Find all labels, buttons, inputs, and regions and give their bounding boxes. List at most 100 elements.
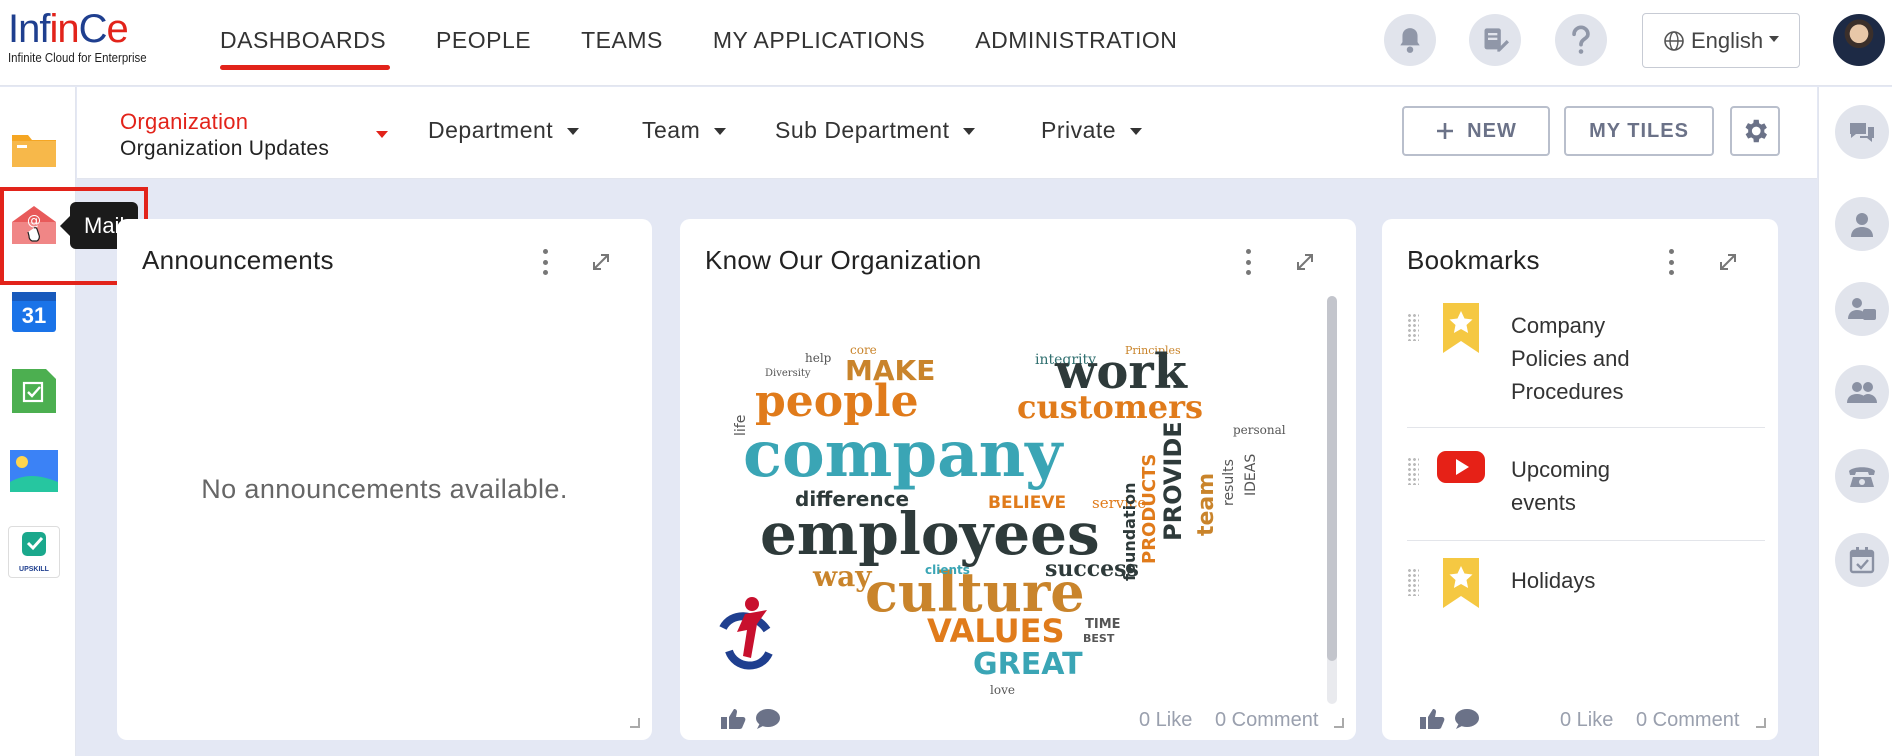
bell-icon xyxy=(1400,28,1420,53)
nav-people[interactable]: PEOPLE xyxy=(436,0,531,86)
know-our-organization-title: Know Our Organization xyxy=(705,245,982,275)
my-tiles-button[interactable]: MY TILES xyxy=(1564,106,1714,156)
question-icon xyxy=(1572,25,1590,54)
expand-icon[interactable] xyxy=(1294,251,1316,273)
divider xyxy=(1407,427,1765,428)
cloud-word: life xyxy=(733,415,749,436)
scrollbar[interactable] xyxy=(1327,296,1337,704)
comment-icon[interactable] xyxy=(1454,708,1480,730)
calendar-check-icon xyxy=(1849,547,1875,574)
profile-button[interactable] xyxy=(1835,197,1889,251)
more-options-icon[interactable] xyxy=(1661,249,1681,275)
resize-handle[interactable] xyxy=(630,718,640,728)
notes-button[interactable] xyxy=(1469,14,1521,66)
bookmark-star-icon xyxy=(1443,558,1479,608)
tab-department[interactable]: Department xyxy=(428,117,580,144)
nav-teams[interactable]: TEAMS xyxy=(581,0,663,86)
nav-dashboards[interactable]: DASHBOARDS xyxy=(220,0,391,86)
divider xyxy=(1407,540,1765,541)
card-footer: 0 Like 0 Comment xyxy=(1382,700,1778,740)
photos-icon[interactable] xyxy=(8,446,60,498)
cloud-word: IDEAS xyxy=(1243,454,1259,496)
nav-administration[interactable]: ADMINISTRATION xyxy=(975,0,1177,86)
more-options-icon[interactable] xyxy=(535,249,555,275)
help-button[interactable] xyxy=(1555,14,1607,66)
chat-button[interactable] xyxy=(1835,105,1889,159)
new-button[interactable]: NEW xyxy=(1402,106,1550,156)
teams-button[interactable] xyxy=(1835,365,1889,419)
globe-icon xyxy=(1664,30,1684,51)
drag-handle-icon[interactable] xyxy=(1407,313,1419,341)
announcements-card: Announcements No announcements available… xyxy=(117,219,652,740)
bookmark-item[interactable]: Upcoming events xyxy=(1407,447,1767,517)
dashboard-subbar: Organization Organization Updates Depart… xyxy=(77,87,1817,179)
cloud-word: PRODUCTS xyxy=(1139,454,1160,564)
comment-icon[interactable] xyxy=(755,708,781,730)
comment-count[interactable]: 0 Comment xyxy=(1215,709,1318,732)
phone-icon xyxy=(1849,467,1875,487)
bookmarks-card: Bookmarks Company Policies and Procedure… xyxy=(1382,219,1778,740)
notifications-button[interactable] xyxy=(1384,14,1436,66)
more-options-icon[interactable] xyxy=(1238,249,1258,275)
organization-selector[interactable]: Organization Organization Updates xyxy=(120,109,329,161)
calendar-icon[interactable]: 31 xyxy=(8,286,60,338)
settings-button[interactable] xyxy=(1730,106,1780,156)
resize-handle[interactable] xyxy=(1334,718,1344,728)
cloud-word: company xyxy=(743,417,1064,492)
tab-team-label: Team xyxy=(642,117,701,143)
cloud-word: help xyxy=(805,351,832,365)
comment-count[interactable]: 0 Comment xyxy=(1636,709,1739,732)
organization-logo xyxy=(713,597,781,676)
upskill-label: UPSKILL xyxy=(19,566,49,573)
chevron-down-icon xyxy=(714,128,727,136)
cloud-word: results xyxy=(1221,459,1237,506)
thumbs-up-icon[interactable] xyxy=(720,708,746,730)
cloud-word: way xyxy=(812,560,872,593)
my-tiles-label: MY TILES xyxy=(1589,119,1689,142)
cloud-word: PROVIDE xyxy=(1159,421,1187,541)
bookmark-label: Holidays xyxy=(1511,568,1596,593)
edit-document-icon xyxy=(1484,28,1509,52)
tab-sub-department[interactable]: Sub Department xyxy=(775,117,976,144)
drag-handle-icon[interactable] xyxy=(1407,568,1419,596)
announcements-title: Announcements xyxy=(142,245,334,275)
language-dropdown[interactable]: English xyxy=(1642,13,1800,68)
card-footer: 0 Like 0 Comment xyxy=(680,700,1356,740)
drag-handle-icon[interactable] xyxy=(1407,457,1419,485)
calendar-day: 31 xyxy=(21,303,47,328)
expand-icon[interactable] xyxy=(1717,251,1739,273)
bookmark-item[interactable]: Company Policies and Procedures xyxy=(1407,303,1767,404)
plus-icon xyxy=(1437,123,1454,139)
user-avatar[interactable] xyxy=(1833,14,1885,66)
right-rail xyxy=(1818,87,1892,756)
chevron-down-icon xyxy=(567,128,580,136)
scrollbar-thumb[interactable] xyxy=(1327,296,1337,661)
like-count[interactable]: 0 Like xyxy=(1139,709,1192,732)
organization-caret-icon[interactable] xyxy=(376,131,388,138)
tab-private[interactable]: Private xyxy=(1041,117,1143,144)
like-count[interactable]: 0 Like xyxy=(1560,709,1613,732)
expand-icon[interactable] xyxy=(590,251,612,273)
language-label: English xyxy=(1691,27,1764,53)
user-icon xyxy=(1851,213,1873,237)
top-bar: InfinCe Infinite Cloud for Enterprise DA… xyxy=(0,0,1892,86)
tab-team[interactable]: Team xyxy=(642,117,727,144)
cloud-word: TIME xyxy=(1085,617,1121,632)
nav-my-applications[interactable]: MY APPLICATIONS xyxy=(713,0,925,86)
phone-directory-button[interactable] xyxy=(1835,449,1889,503)
announcements-empty-message: No announcements available. xyxy=(201,474,568,504)
chevron-down-icon xyxy=(1769,35,1780,42)
infince-logo[interactable]: InfinCe Infinite Cloud for Enterprise xyxy=(8,6,178,76)
resize-handle[interactable] xyxy=(1756,718,1766,728)
thumbs-up-icon[interactable] xyxy=(1419,708,1445,730)
events-button[interactable] xyxy=(1835,533,1889,587)
user-card-icon xyxy=(1848,298,1876,320)
new-button-label: NEW xyxy=(1467,119,1517,142)
tasks-icon[interactable] xyxy=(8,365,60,417)
folder-icon[interactable] xyxy=(8,123,60,175)
bookmark-item[interactable]: Holidays xyxy=(1407,558,1767,618)
user-directory-button[interactable] xyxy=(1835,282,1889,336)
cloud-word: love xyxy=(990,683,1015,697)
upskill-app-icon[interactable]: UPSKILL xyxy=(8,526,60,578)
cloud-word: VALUES xyxy=(927,612,1065,650)
